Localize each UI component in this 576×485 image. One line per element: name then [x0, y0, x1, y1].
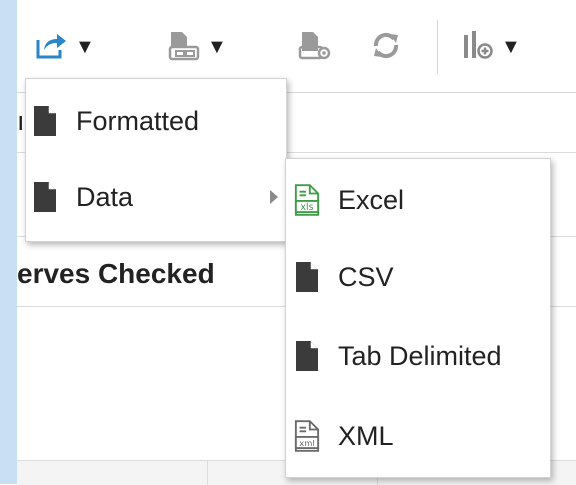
chevron-down-icon: ▼ — [75, 36, 95, 58]
document-icon — [294, 260, 320, 294]
chevron-down-icon: ▼ — [501, 36, 521, 58]
menu-item-formatted[interactable]: Formatted — [26, 99, 286, 143]
left-side-strip — [0, 0, 17, 484]
menu-item-tab-delimited[interactable]: Tab Delimited — [286, 334, 550, 378]
add-chart-icon — [461, 29, 495, 66]
report-page: ▼ ▼ ▼ ı erves Checked Formatted Data xls… — [17, 0, 576, 485]
menu-item-label: CSV — [338, 261, 394, 292]
report-heading: erves Checked — [17, 258, 215, 289]
menu-item-label: Tab Delimited — [338, 340, 502, 371]
page-settings-icon — [297, 29, 331, 66]
menu-item-csv[interactable]: CSV — [286, 255, 550, 299]
menu-item-label: XML — [338, 420, 394, 451]
menu-item-excel[interactable]: xls Excel — [286, 177, 550, 223]
print-button[interactable]: ▼ — [167, 24, 227, 70]
export-icon — [35, 30, 69, 65]
print-icon — [167, 29, 201, 66]
menu-item-data[interactable]: Data — [26, 175, 286, 219]
data-submenu: xls Excel CSV Tab Delimited xml XML — [285, 158, 551, 478]
menu-item-label: Excel — [338, 184, 405, 215]
svg-text:xml: xml — [299, 438, 314, 448]
background-cut-text: ı — [17, 106, 25, 136]
menu-item-xml[interactable]: xml XML — [286, 413, 550, 459]
refresh-button[interactable] — [369, 24, 403, 70]
toolbar-separator — [437, 20, 438, 74]
document-icon — [32, 104, 58, 138]
page-settings-button[interactable] — [297, 24, 331, 70]
document-icon — [294, 339, 320, 373]
xml-file-icon: xml — [294, 419, 320, 453]
menu-item-label: Data — [76, 181, 134, 212]
excel-xls-icon: xls — [294, 183, 320, 217]
chevron-down-icon: ▼ — [207, 36, 227, 58]
svg-text:xls: xls — [301, 202, 314, 213]
submenu-arrow-icon — [270, 190, 278, 204]
document-icon — [32, 180, 58, 214]
export-button[interactable]: ▼ — [35, 24, 95, 70]
refresh-icon — [369, 29, 403, 66]
export-menu: Formatted Data — [25, 78, 287, 242]
menu-item-label: Formatted — [76, 105, 200, 136]
add-chart-button[interactable]: ▼ — [461, 24, 521, 70]
